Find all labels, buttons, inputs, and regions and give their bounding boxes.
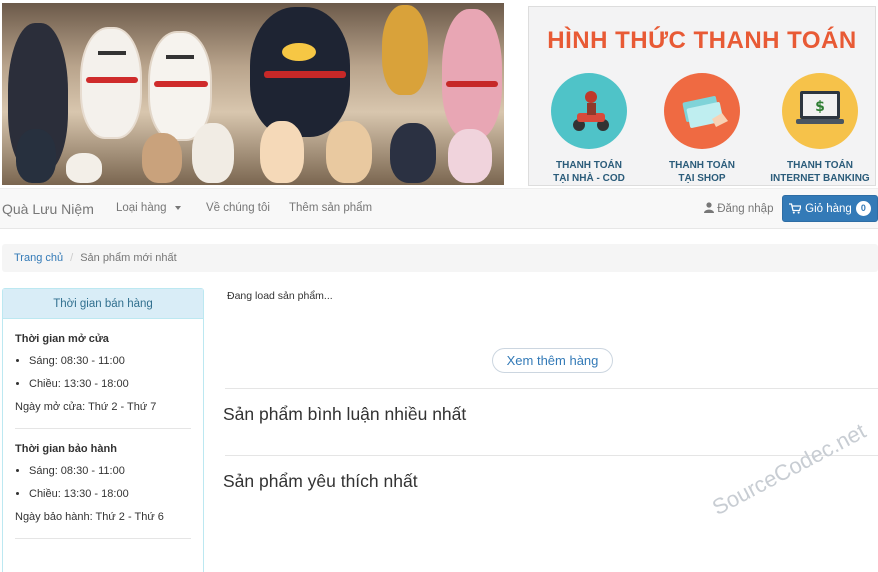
header-banner: HÌNH THỨC THANH TOÁN THANH TOÁN TẠI NHÀ -… [0, 0, 878, 188]
most-commented-heading: Sản phẩm bình luận nhiều nhất [223, 404, 467, 424]
payment-option-label: THANH TOÁN [556, 160, 622, 171]
login-link[interactable]: Đăng nhập [704, 202, 773, 215]
user-icon [704, 202, 714, 213]
payment-option-label: TẠI NHÀ - COD [553, 173, 625, 184]
most-liked-heading: Sản phẩm yêu thích nhất [223, 471, 418, 491]
opening-days: Ngày mở cửa: Thứ 2 - Thứ 7 [15, 401, 157, 413]
opening-hours-item: Chiều: 13:30 - 18:00 [29, 378, 191, 391]
breadcrumb-home-link[interactable]: Trang chủ [14, 252, 63, 264]
payment-option-shop: THANH TOÁN TẠI SHOP [647, 73, 757, 185]
sales-hours-panel: Thời gian bán hàng Thời gian mở cửa Sáng… [2, 288, 204, 572]
payment-methods-banner: HÌNH THỨC THANH TOÁN THANH TOÁN TẠI NHÀ -… [528, 6, 876, 186]
laptop-dollar-icon: $ [782, 73, 858, 149]
cash-hand-icon [664, 73, 740, 149]
cart-label: Giỏ hàng [805, 202, 852, 215]
payment-methods-title: HÌNH THỨC THANH TOÁN [547, 27, 857, 54]
navbar-brand[interactable]: Quà Lưu Niệm [2, 201, 94, 217]
nav-item-add-product[interactable]: Thêm sản phẩm [289, 202, 372, 214]
payment-option-cod: THANH TOÁN TẠI NHÀ - COD [534, 73, 644, 185]
loading-products-text: Đang load sản phẩm... [227, 290, 333, 302]
payment-option-banking: $ THANH TOÁN INTERNET BANKING [765, 73, 875, 185]
divider [15, 538, 191, 539]
opening-hours-item: Sáng: 08:30 - 11:00 [29, 355, 191, 368]
shopping-cart-icon [789, 203, 802, 214]
breadcrumb-current: Sản phẩm mới nhất [80, 252, 177, 264]
breadcrumb: Trang chủ / Sản phẩm mới nhất [2, 244, 878, 272]
svg-text:$: $ [815, 99, 825, 115]
divider [15, 428, 191, 429]
warranty-days: Ngày bảo hành: Thứ 2 - Thứ 6 [15, 511, 164, 523]
warranty-hours-item: Sáng: 08:30 - 11:00 [29, 465, 191, 478]
nav-item-about[interactable]: Về chúng tôi [206, 202, 270, 214]
opening-hours-title: Thời gian mở cửa [15, 333, 109, 345]
warranty-hours-title: Thời gian bảo hành [15, 443, 117, 455]
login-label: Đăng nhập [717, 203, 774, 215]
payment-option-label: INTERNET BANKING [770, 173, 870, 184]
nav-item-label: Loại hàng [116, 202, 167, 214]
payment-option-label: TẠI SHOP [678, 173, 726, 184]
lucky-cats-photo [2, 3, 504, 185]
delivery-scooter-icon [551, 73, 627, 149]
caret-down-icon [174, 205, 181, 210]
payment-option-label: THANH TOÁN [787, 160, 853, 171]
cart-count-badge: 0 [855, 201, 871, 216]
panel-heading: Thời gian bán hàng [3, 289, 203, 319]
warranty-hours-section: Thời gian bảo hành Sáng: 08:30 - 11:00 C… [15, 443, 191, 523]
section-divider [225, 455, 878, 456]
watermark: SourceCodec.net [708, 418, 870, 521]
load-more-button[interactable]: Xem thêm hàng [492, 348, 613, 373]
section-divider [225, 388, 878, 389]
nav-item-categories[interactable]: Loại hàng [116, 202, 181, 214]
warranty-hours-item: Chiều: 13:30 - 18:00 [29, 488, 191, 501]
breadcrumb-separator: / [70, 252, 74, 264]
top-navbar: Quà Lưu Niệm Loại hàng Về chúng tôi Thêm… [0, 188, 878, 229]
opening-hours-section: Thời gian mở cửa Sáng: 08:30 - 11:00 Chi… [15, 333, 191, 413]
cart-button[interactable]: Giỏ hàng 0 [782, 195, 878, 222]
payment-option-label: THANH TOÁN [669, 160, 735, 171]
